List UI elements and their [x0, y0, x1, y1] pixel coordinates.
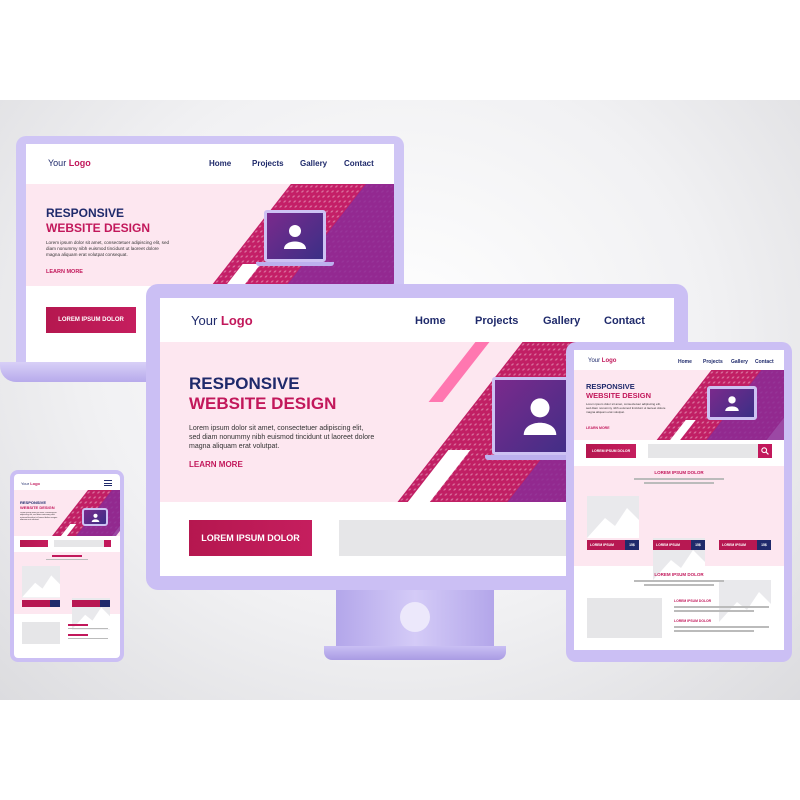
hero-line1: RESPONSIVE	[586, 382, 635, 391]
card-price: 15$	[625, 540, 639, 550]
cta-button[interactable]: LOREM IPSUM DOLOR	[586, 444, 636, 458]
hero-body: Lorem ipsum dolor sit amet, consectetuer…	[20, 512, 58, 520]
learn-more-link[interactable]: LEARN MORE	[189, 460, 243, 469]
nav-gallery[interactable]: Gallery	[300, 159, 327, 168]
phone-screen: Your Logo RESPONSIVE WEBSITE DESIGN Lore…	[14, 474, 120, 658]
list-image	[587, 598, 662, 638]
laptop-icon	[82, 508, 108, 526]
nav-gallery[interactable]: Gallery	[543, 315, 580, 327]
card-label	[22, 600, 50, 607]
search-button[interactable]	[758, 444, 772, 458]
list-title: LOREM IPSUM DOLOR	[674, 619, 712, 623]
search-input[interactable]	[54, 540, 104, 547]
hero: RESPONSIVE WEBSITE DESIGN Lorem ipsum do…	[574, 370, 784, 440]
hero-body: Lorem ipsum dolor sit amet, consectetuer…	[46, 240, 170, 257]
user-icon	[91, 513, 99, 522]
nav-home[interactable]: Home	[209, 159, 231, 168]
learn-more-link[interactable]: LEARN MORE	[586, 426, 610, 430]
card-label: LOREM IPSUM	[587, 540, 625, 550]
card-image	[22, 566, 60, 598]
power-button	[400, 602, 430, 632]
nav-projects[interactable]: Projects	[475, 315, 518, 327]
card-label: LOREM IPSUM	[653, 540, 691, 550]
logo[interactable]: Your Logo	[191, 313, 253, 328]
tablet-screen: Your Logo Home Projects Gallery Contact …	[574, 350, 784, 650]
card-label: LOREM IPSUM	[719, 540, 757, 550]
nav-contact[interactable]: Contact	[755, 359, 774, 365]
search-input[interactable]	[648, 444, 758, 458]
logo[interactable]: Your Logo	[21, 481, 40, 486]
tablet-device: Your Logo Home Projects Gallery Contact …	[566, 342, 792, 662]
hero-line1: RESPONSIVE	[46, 206, 125, 220]
hero: RESPONSIVE WEBSITE DESIGN Lorem ipsum do…	[26, 184, 394, 286]
nav-projects[interactable]: Projects	[252, 159, 284, 168]
card-price	[50, 600, 60, 607]
card-price	[100, 600, 110, 607]
hero-line2: WEBSITE DESIGN	[189, 394, 337, 413]
hero-line1: RESPONSIVE	[189, 374, 300, 393]
card-price: 15$	[691, 540, 705, 550]
nav-projects[interactable]: Projects	[703, 359, 723, 365]
nav-contact[interactable]: Contact	[604, 315, 645, 327]
card-image	[587, 496, 639, 538]
nav-contact[interactable]: Contact	[344, 159, 374, 168]
hero-body: Lorem ipsum dolor sit amet, consectetuer…	[189, 425, 375, 450]
card-image	[719, 580, 771, 622]
hero-line2: WEBSITE DESIGN	[46, 221, 151, 235]
hamburger-menu-icon[interactable]	[104, 480, 112, 486]
hero: RESPONSIVE WEBSITE DESIGN Lorem ipsum do…	[14, 490, 120, 536]
search-icon	[761, 447, 769, 455]
user-icon	[284, 225, 306, 249]
learn-more-link[interactable]: LEARN MORE	[46, 269, 83, 275]
list-image	[22, 622, 60, 644]
nav-gallery[interactable]: Gallery	[731, 359, 748, 365]
nav-home[interactable]: Home	[415, 315, 446, 327]
search-button[interactable]	[104, 540, 111, 547]
phone-device: Your Logo RESPONSIVE WEBSITE DESIGN Lore…	[10, 470, 124, 662]
card-price: 15$	[757, 540, 771, 550]
cta-button[interactable]: LOREM IPSUM DOLOR	[46, 307, 136, 333]
nav-home[interactable]: Home	[678, 359, 692, 365]
hero-body: Lorem ipsum dolor sit amet, consectetuer…	[586, 402, 666, 414]
laptop-icon	[264, 210, 326, 262]
cta-button[interactable]	[20, 540, 48, 547]
section-title: LOREM IPSUM DOLOR	[654, 470, 704, 475]
logo[interactable]: Your Logo	[48, 158, 91, 168]
logo[interactable]: Your Logo	[588, 358, 616, 364]
list-title: LOREM IPSUM DOLOR	[674, 599, 712, 603]
section-title-2: LOREM IPSUM DOLOR	[654, 572, 704, 577]
card-label	[72, 600, 100, 607]
user-icon	[725, 396, 739, 411]
laptop-icon	[707, 386, 757, 420]
user-icon	[523, 398, 557, 435]
hero-line2: WEBSITE DESIGN	[20, 505, 55, 510]
cta-button[interactable]: LOREM IPSUM DOLOR	[189, 520, 312, 556]
hero-line2: WEBSITE DESIGN	[586, 391, 652, 400]
